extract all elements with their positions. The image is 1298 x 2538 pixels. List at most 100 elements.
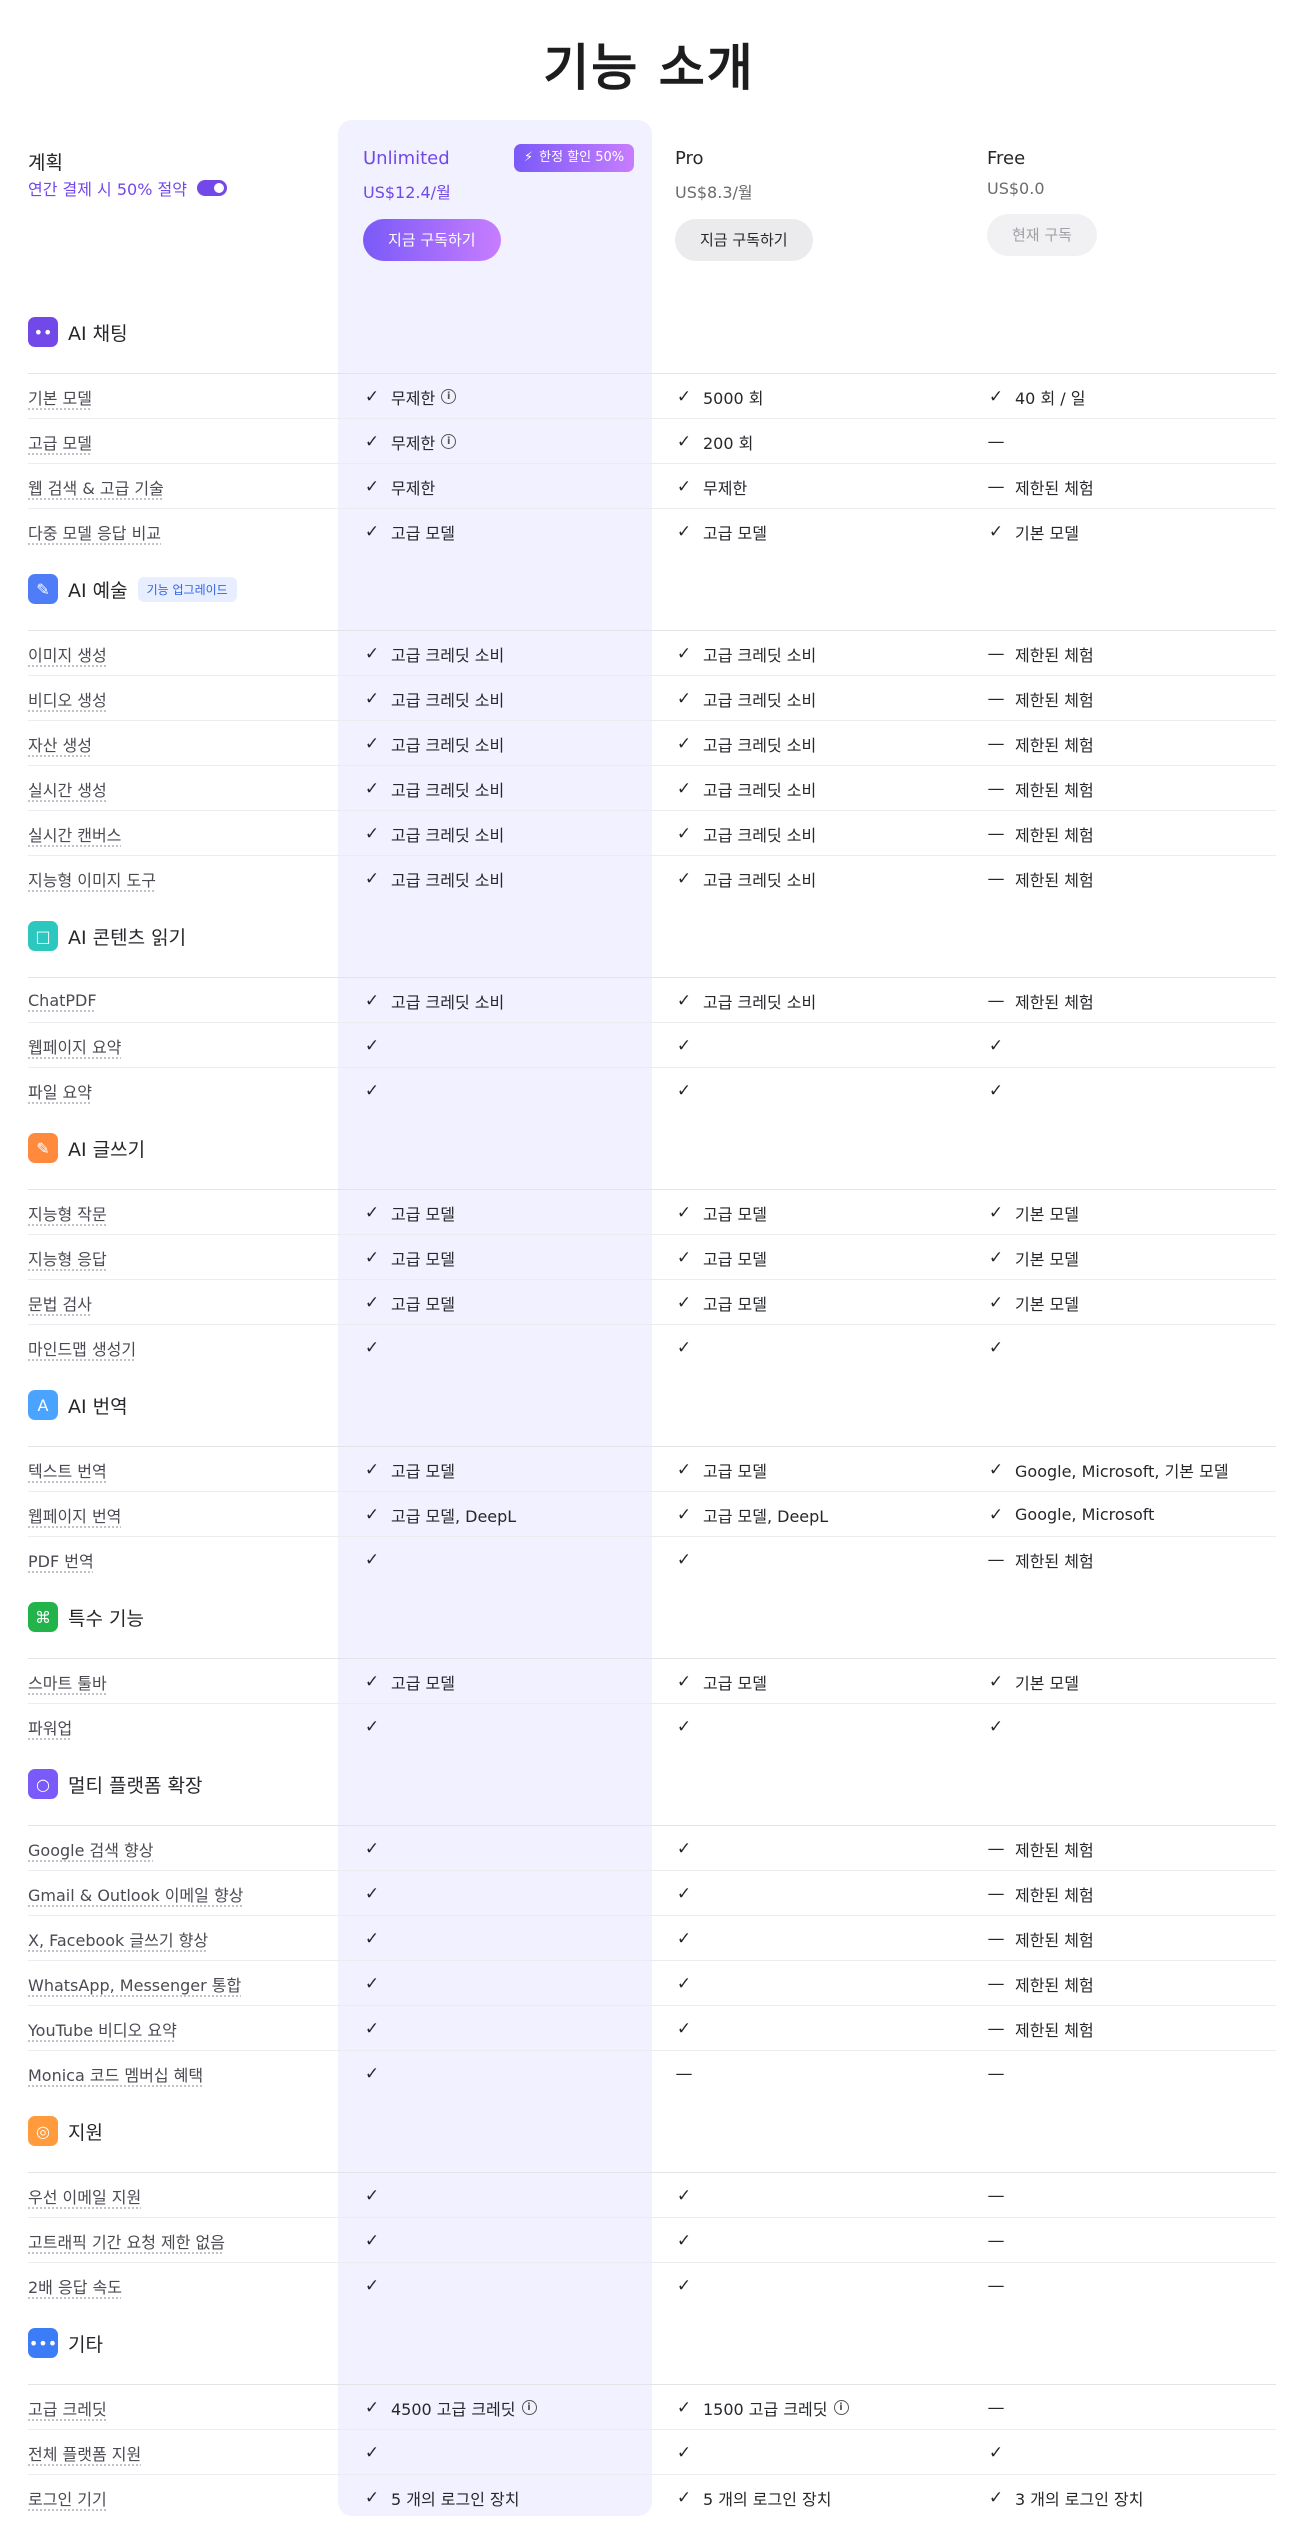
feature-value-text: 제한된 체험 (1015, 825, 1094, 845)
dash-icon: — (987, 2230, 1005, 2251)
lightning-icon: ⚡ (524, 150, 534, 165)
feature-row: 로그인 기기 ✓ 5 개의 로그인 장치 ✓ 5 개의 로그인 장치 ✓ 3 개의 로그인 … (28, 2474, 1276, 2519)
feature-value: ✓ (363, 1826, 391, 1871)
check-icon: ✓ (364, 1035, 380, 1056)
section-title: AI 예술 (68, 579, 128, 602)
feature-label[interactable]: 이미지 생성 (28, 631, 107, 676)
feature-label[interactable]: Monica 코드 멤버십 혜택 (28, 2051, 203, 2096)
feature-label[interactable]: 고트래픽 기간 요청 제한 없음 (28, 2218, 225, 2263)
feature-value: ✓ 200 회 (675, 419, 753, 464)
feature-label[interactable]: 웹 검색 & 고급 기술 (28, 464, 164, 509)
feature-value: ✓ (363, 2218, 391, 2263)
feature-value-text: 제한된 체험 (1015, 645, 1094, 665)
feature-value: ✓ 고급 크레딧 소비 (675, 811, 816, 856)
feature-label[interactable]: 다중 모델 응답 비교 (28, 509, 161, 554)
feature-label[interactable]: YouTube 비디오 요약 (28, 2006, 177, 2051)
feature-label[interactable]: 텍스트 번역 (28, 1447, 107, 1492)
feature-value: ✓ (675, 2173, 703, 2218)
feature-value: ✓ (363, 1871, 391, 1916)
current-plan-button[interactable]: 현재 구독 (987, 214, 1097, 256)
dash-icon: — (987, 778, 1005, 799)
info-icon[interactable]: i (521, 2400, 537, 2415)
feature-value: ✓ 고급 모델 (363, 1235, 455, 1280)
feature-value: ✓ (675, 1961, 703, 2006)
feature-value: — 제한된 체험 (987, 1826, 1094, 1871)
feature-value-text: 고급 크레딧 소비 (703, 992, 817, 1012)
feature-label[interactable]: 자산 생성 (28, 721, 92, 766)
check-icon: ✓ (676, 2442, 692, 2463)
feature-upgrade-tag: 기능 업그레이드 (137, 576, 237, 602)
check-icon: ✓ (364, 1292, 380, 1313)
feature-row: 고급 크레딧 ✓ 4500 고급 크레딧 i ✓ 1500 고급 크레딧 i — (28, 2384, 1276, 2429)
feature-value-text: 제한된 체험 (1015, 1975, 1094, 1995)
feature-label[interactable]: PDF 번역 (28, 1537, 94, 1582)
feature-label[interactable]: 2배 응답 속도 (28, 2263, 122, 2308)
plan-pro: Pro US$8.3/월 지금 구독하기 (675, 148, 965, 261)
feature-label[interactable]: 로그인 기기 (28, 2475, 107, 2520)
feature-label[interactable]: 실시간 캔버스 (28, 811, 121, 856)
feature-value: ✓ 고급 크레딧 소비 (675, 766, 816, 811)
subscribe-unlimited-button[interactable]: 지금 구독하기 (363, 219, 501, 261)
feature-label[interactable]: 고급 모델 (28, 419, 92, 464)
feature-value: ✓ (363, 1537, 391, 1582)
feature-row: Gmail & Outlook 이메일 향상 ✓ ✓ — 제한된 체험 (28, 1870, 1276, 1915)
annual-billing-toggle[interactable] (196, 180, 227, 196)
feature-value-text: 고급 크레딧 소비 (391, 870, 505, 890)
command-icon: ⌘ (28, 1602, 58, 1632)
feature-value-text: 5000 회 (703, 388, 764, 408)
feature-label[interactable]: 스마트 툴바 (28, 1659, 107, 1704)
feature-value-text: 제한된 체험 (1015, 735, 1094, 755)
feature-label[interactable]: 고급 크레딧 (28, 2385, 107, 2430)
feature-label[interactable]: 파일 요약 (28, 1068, 92, 1113)
check-icon: ✓ (988, 386, 1004, 407)
feature-label[interactable]: X, Facebook 글쓰기 향상 (28, 1916, 208, 1961)
feature-label[interactable]: 기본 모델 (28, 374, 92, 419)
check-icon: ✓ (676, 823, 692, 844)
feature-label[interactable]: WhatsApp, Messenger 통합 (28, 1961, 241, 2006)
info-icon[interactable]: i (441, 434, 457, 449)
feature-value: ✓ (675, 1826, 703, 1871)
feature-value: ✓ 무제한 i (363, 374, 457, 419)
feature-value: ✓ (363, 2430, 391, 2475)
feature-value: ✓ 고급 크레딧 소비 (363, 631, 504, 676)
check-icon: ✓ (676, 1928, 692, 1949)
feature-label[interactable]: 비디오 생성 (28, 676, 107, 721)
feature-label[interactable]: 웹페이지 요약 (28, 1023, 121, 1068)
feature-value: — 제한된 체험 (987, 856, 1094, 901)
feature-label[interactable]: 파워업 (28, 1704, 72, 1749)
check-icon: ✓ (676, 2487, 692, 2508)
feature-label[interactable]: 지능형 이미지 도구 (28, 856, 156, 901)
check-icon: ✓ (676, 431, 692, 452)
feature-label[interactable]: 우선 이메일 지원 (28, 2173, 141, 2218)
feature-value-text: 고급 모델 (703, 1673, 767, 1693)
feature-label[interactable]: 지능형 응답 (28, 1235, 107, 1280)
info-icon[interactable]: i (441, 389, 457, 404)
feature-label[interactable]: 마인드맵 생성기 (28, 1325, 136, 1370)
check-icon: ✓ (364, 2185, 380, 2206)
feature-value: ✓ 5000 회 (675, 374, 764, 419)
feature-value: — (987, 419, 1015, 464)
feature-value: ✓ Google, Microsoft, 기본 모델 (987, 1447, 1229, 1492)
feature-row: 2배 응답 속도 ✓ ✓ — (28, 2262, 1276, 2307)
check-icon: ✓ (364, 2397, 380, 2418)
feature-label[interactable]: Google 검색 향상 (28, 1826, 153, 1871)
feature-label[interactable]: ChatPDF (28, 978, 97, 1023)
feature-value: ✓ (363, 2173, 391, 2218)
section-title: 기타 (68, 2333, 103, 2356)
check-icon: ✓ (988, 1459, 1004, 1480)
check-icon: ✓ (676, 1292, 692, 1313)
feature-value-text: 고급 크레딧 소비 (703, 645, 817, 665)
feature-value-text: 200 회 (703, 433, 754, 453)
feature-label[interactable]: 문법 검사 (28, 1280, 92, 1325)
feature-value: — 제한된 체험 (987, 1916, 1094, 1961)
feature-label[interactable]: 웹페이지 번역 (28, 1492, 121, 1537)
check-icon: ✓ (988, 2442, 1004, 2463)
feature-label[interactable]: 실시간 생성 (28, 766, 107, 811)
subscribe-pro-button[interactable]: 지금 구독하기 (675, 219, 813, 261)
feature-label[interactable]: 전체 플랫폼 지원 (28, 2430, 141, 2475)
info-icon[interactable]: i (833, 2400, 849, 2415)
feature-label[interactable]: 지능형 작문 (28, 1190, 107, 1235)
feature-label[interactable]: Gmail & Outlook 이메일 향상 (28, 1871, 243, 1916)
feature-value-text: 고급 크레딧 소비 (703, 780, 817, 800)
feature-value-text: 고급 크레딧 소비 (703, 825, 817, 845)
